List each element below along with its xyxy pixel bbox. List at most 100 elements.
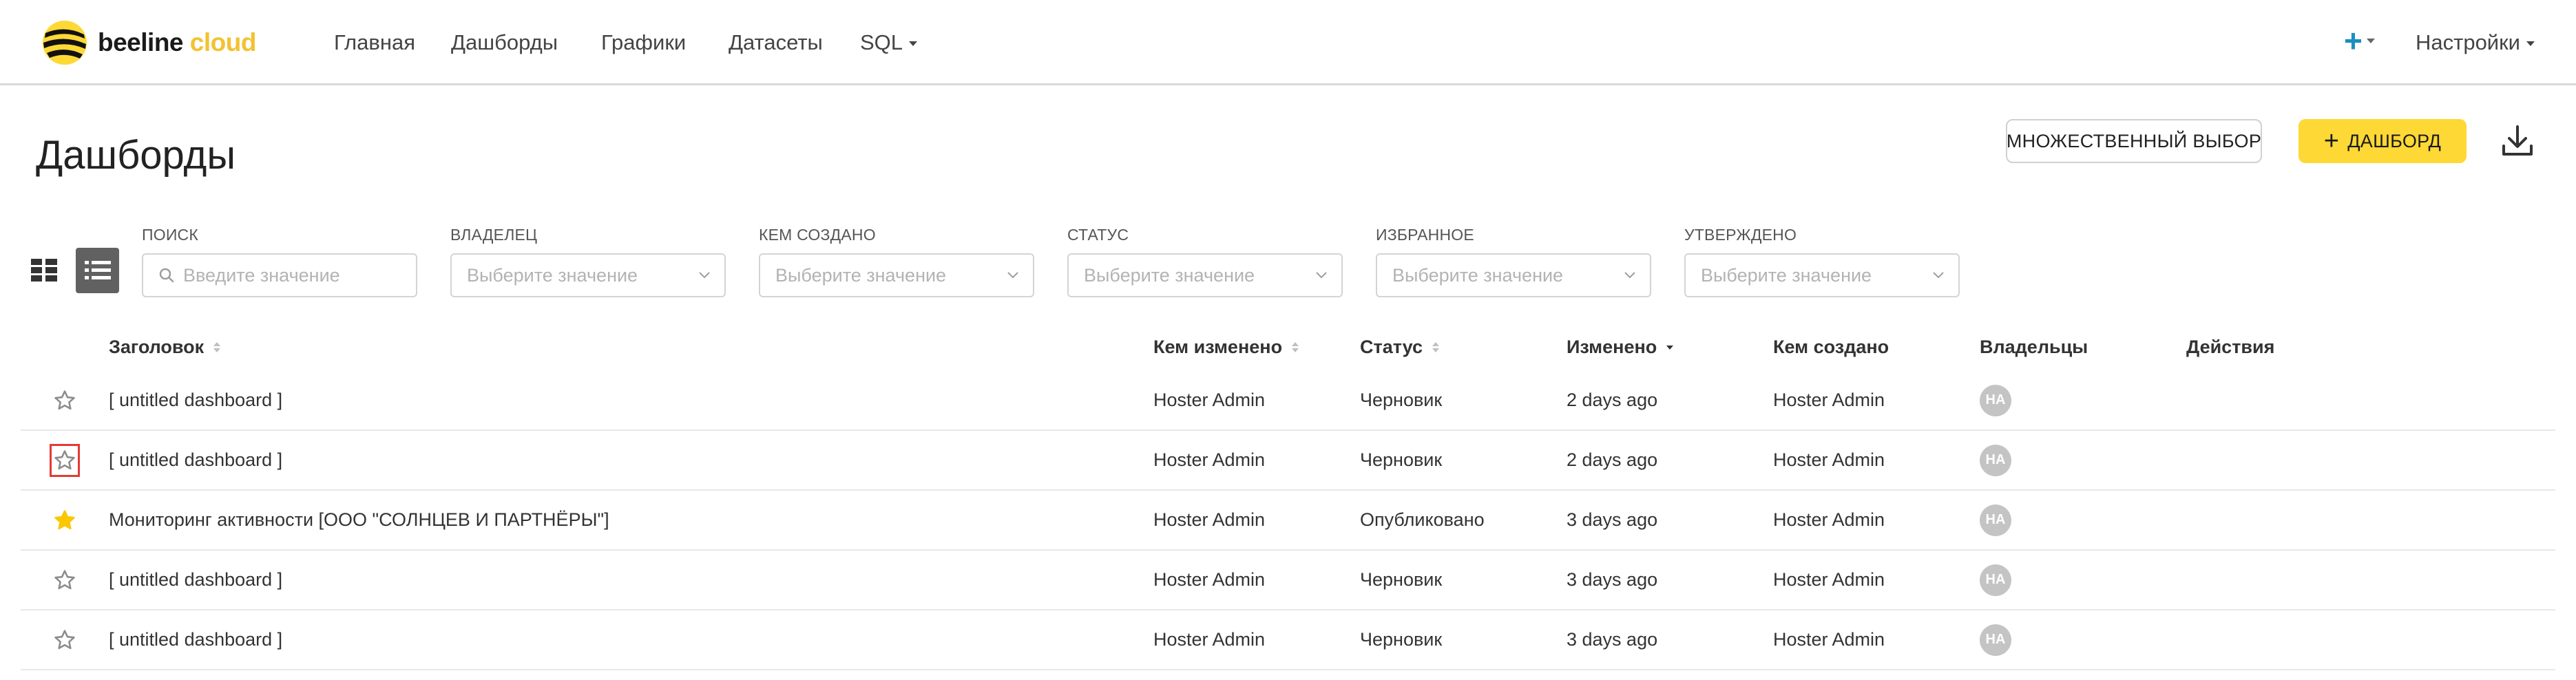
modified-by-cell: Hoster Admin	[1153, 629, 1266, 650]
search-filter-label: ПОИСК	[142, 226, 198, 244]
column-header-status[interactable]: Статус	[1360, 337, 1439, 358]
table-row[interactable]: [ untitled dashboard ] Hoster Admin Черн…	[21, 610, 2555, 670]
certified-select-placeholder: Выберите значение	[1701, 264, 1872, 286]
chevron-down-icon	[1624, 272, 1635, 279]
beeline-logo-icon	[43, 21, 87, 65]
star-outline-icon	[54, 390, 75, 410]
column-header-title[interactable]: Заголовок	[109, 337, 221, 358]
favorite-toggle[interactable]	[52, 491, 80, 549]
search-filter: ПОИСК Введите значение	[142, 224, 417, 297]
chevron-down-icon	[1933, 272, 1944, 279]
dashboard-title-link[interactable]: [ untitled dashboard ]	[109, 371, 282, 429]
status-select[interactable]: Выберите значение	[1067, 253, 1343, 297]
nav-item-home[interactable]: Главная	[334, 29, 415, 56]
nav-item-dashboards[interactable]: Дашборды	[451, 29, 558, 56]
card-view-toggle[interactable]	[22, 248, 65, 293]
table-row[interactable]: [ untitled dashboard ] Hoster Admin Черн…	[21, 551, 2555, 610]
settings-menu[interactable]: Настройки	[2416, 29, 2535, 56]
add-dashboard-button-label: ДАШБОРД	[2347, 130, 2442, 151]
avatar[interactable]: HA	[1980, 624, 2011, 656]
status-cell: Черновик	[1360, 569, 1443, 590]
avatar[interactable]: HA	[1980, 384, 2011, 416]
star-icon-wrapper	[50, 384, 80, 417]
nav-item-datasets[interactable]: Датасеты	[729, 29, 823, 56]
search-input[interactable]: Введите значение	[142, 253, 417, 297]
dashboard-title-link[interactable]: [ untitled dashboard ]	[109, 551, 282, 609]
list-view-icon	[84, 261, 111, 279]
column-header-owners: Владельцы	[1980, 337, 2088, 358]
dashboards-table: Заголовок Кем изменено Статус Изменено К…	[21, 327, 2555, 670]
dashboard-title-link[interactable]: [ untitled dashboard ]	[109, 610, 282, 669]
column-header-modified-label: Изменено	[1567, 337, 1657, 357]
settings-menu-label: Настройки	[2416, 30, 2521, 54]
dashboard-title-link[interactable]: Мониторинг активности [ООО "СОЛНЦЕВ И ПА…	[109, 491, 609, 549]
column-header-owners-label: Владельцы	[1980, 337, 2088, 357]
status-filter: СТАТУС Выберите значение	[1067, 224, 1343, 297]
brand[interactable]: beeline cloud	[41, 19, 256, 66]
status-cell: Черновик	[1360, 449, 1443, 470]
star-icon-wrapper	[50, 624, 80, 657]
star-icon-wrapper	[50, 443, 80, 477]
column-header-modified[interactable]: Изменено	[1567, 337, 1674, 358]
nav-item-charts[interactable]: Графики	[601, 29, 686, 56]
favorite-toggle[interactable]	[52, 610, 80, 669]
sort-desc-icon	[1666, 345, 1674, 350]
download-icon[interactable]	[2498, 123, 2537, 161]
list-view-toggle[interactable]	[76, 248, 119, 293]
favorite-select[interactable]: Выберите значение	[1376, 253, 1651, 297]
add-dashboard-button[interactable]: + ДАШБОРД	[2298, 119, 2467, 163]
avatar[interactable]: HA	[1980, 564, 2011, 596]
favorite-toggle[interactable]	[50, 431, 80, 489]
star-outline-icon	[54, 629, 75, 649]
modified-cell: 2 days ago	[1567, 449, 1658, 470]
new-item-menu[interactable]: +	[2344, 25, 2375, 56]
chevron-down-icon	[909, 41, 918, 47]
created-by-cell: Hoster Admin	[1773, 509, 1885, 530]
modified-by-cell: Hoster Admin	[1153, 390, 1266, 410]
star-icon-wrapper	[50, 564, 80, 597]
brand-name: beeline cloud	[98, 28, 256, 57]
column-header-modified-by-label: Кем изменено	[1153, 337, 1283, 357]
star-outline-icon	[54, 569, 75, 589]
modified-by-cell: Hoster Admin	[1153, 449, 1266, 470]
search-icon	[159, 268, 174, 283]
sort-icon	[1432, 342, 1439, 352]
table-header: Заголовок Кем изменено Статус Изменено К…	[21, 327, 2555, 371]
column-header-modified-by[interactable]: Кем изменено	[1153, 337, 1299, 358]
table-row[interactable]: Мониторинг активности [ООО "СОЛНЦЕВ И ПА…	[21, 491, 2555, 551]
table-row[interactable]: [ untitled dashboard ] Hoster Admin Черн…	[21, 371, 2555, 431]
status-filter-label: СТАТУС	[1067, 226, 1129, 244]
created-by-filter-label: КЕМ СОЗДАНО	[759, 226, 876, 244]
top-navbar: beeline cloud Главная Дашборды Графики Д…	[0, 0, 2576, 85]
column-header-actions-label: Действия	[2186, 337, 2275, 357]
chevron-down-icon	[2366, 38, 2375, 43]
chevron-down-icon	[699, 272, 710, 279]
certified-select[interactable]: Выберите значение	[1684, 253, 1960, 297]
avatar[interactable]: HA	[1980, 504, 2011, 536]
modified-cell: 3 days ago	[1567, 509, 1658, 530]
star-outline-icon	[54, 449, 75, 469]
owner-select[interactable]: Выберите значение	[450, 253, 726, 297]
star-filled-icon	[54, 509, 75, 529]
modified-cell: 3 days ago	[1567, 629, 1658, 650]
table-row[interactable]: [ untitled dashboard ] Hoster Admin Черн…	[21, 431, 2555, 491]
favorite-toggle[interactable]	[52, 551, 80, 609]
owner-filter-label: ВЛАДЕЛЕЦ	[450, 226, 538, 244]
created-by-select[interactable]: Выберите значение	[759, 253, 1034, 297]
avatar[interactable]: HA	[1980, 444, 2011, 476]
owner-select-placeholder: Выберите значение	[467, 264, 638, 286]
nav-item-sql[interactable]: SQL	[860, 29, 918, 56]
favorite-toggle[interactable]	[52, 371, 80, 429]
bulk-select-button[interactable]: МНОЖЕСТВЕННЫЙ ВЫБОР	[2006, 119, 2262, 163]
favorite-filter-label: ИЗБРАННОЕ	[1376, 226, 1474, 244]
created-by-select-placeholder: Выберите значение	[775, 264, 947, 286]
dashboard-title-link[interactable]: [ untitled dashboard ]	[109, 431, 282, 489]
owner-filter: ВЛАДЕЛЕЦ Выберите значение	[450, 224, 726, 297]
grid-view-icon	[30, 259, 57, 281]
sort-icon	[1292, 342, 1299, 352]
chevron-down-icon	[1007, 272, 1018, 279]
brand-name-accent: cloud	[189, 28, 257, 56]
favorite-filter: ИЗБРАННОЕ Выберите значение	[1376, 224, 1651, 297]
certified-filter: УТВЕРЖДЕНО Выберите значение	[1684, 224, 1960, 297]
star-icon-wrapper	[50, 504, 80, 537]
